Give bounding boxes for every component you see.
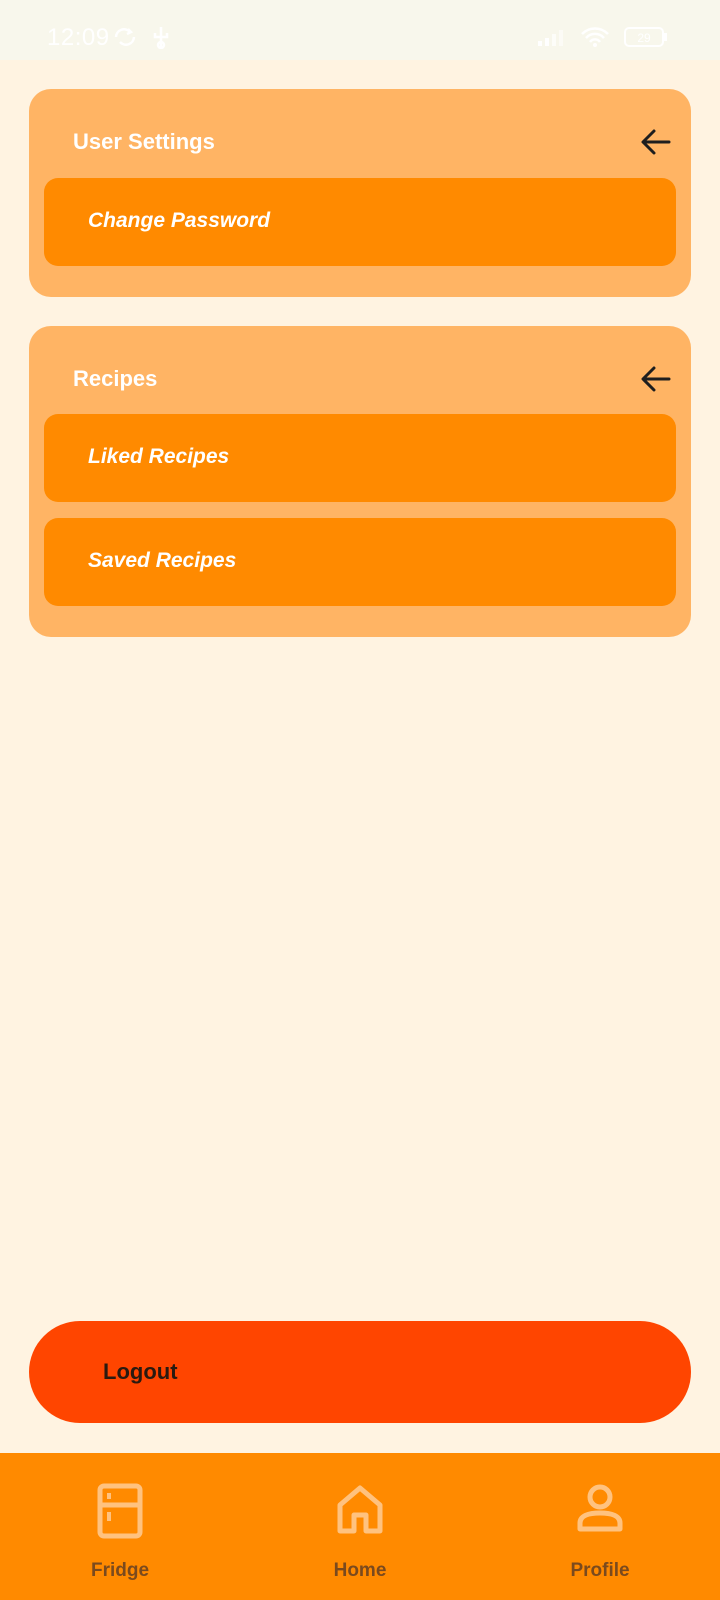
section-title: User Settings	[73, 129, 215, 154]
bottom-nav: Fridge Home Profile	[0, 1453, 720, 1600]
nav-home[interactable]: Home	[240, 1453, 480, 1600]
section-title: Recipes	[73, 366, 158, 391]
logout-button[interactable]: Logout	[29, 1321, 691, 1423]
item-label: Change Password	[88, 209, 271, 232]
saved-recipes-button[interactable]: Saved Recipes	[44, 518, 676, 606]
profile-icon	[577, 1484, 623, 1532]
status-left-icons	[112, 25, 172, 49]
usb-icon	[153, 27, 169, 49]
signal-icon	[538, 30, 563, 46]
user-settings-card: User Settings Change Password	[29, 89, 691, 297]
nav-label: Fridge	[90, 1560, 150, 1581]
nav-label: Profile	[570, 1560, 630, 1581]
back-arrow-icon[interactable]	[639, 362, 673, 396]
nav-profile[interactable]: Profile	[480, 1453, 720, 1600]
status-bar: 12:09 29	[0, 0, 720, 60]
item-label: Saved Recipes	[88, 549, 237, 572]
sync-icon	[114, 28, 136, 46]
nav-fridge[interactable]: Fridge	[0, 1453, 240, 1600]
home-icon	[337, 1485, 383, 1534]
change-password-button[interactable]: Change Password	[44, 178, 676, 266]
item-label: Liked Recipes	[88, 445, 230, 468]
battery-icon: 29	[624, 27, 667, 47]
liked-recipes-button[interactable]: Liked Recipes	[44, 414, 676, 502]
status-time: 12:09	[47, 24, 110, 51]
nav-label: Home	[333, 1560, 387, 1581]
wifi-icon	[581, 27, 609, 47]
back-arrow-icon[interactable]	[639, 125, 673, 159]
recipes-card: Recipes Liked Recipes Saved Recipes	[29, 326, 691, 637]
logout-label: Logout	[103, 1359, 178, 1384]
fridge-icon	[97, 1483, 143, 1539]
battery-level: 29	[637, 31, 651, 45]
status-right-icons: 29	[536, 26, 668, 48]
